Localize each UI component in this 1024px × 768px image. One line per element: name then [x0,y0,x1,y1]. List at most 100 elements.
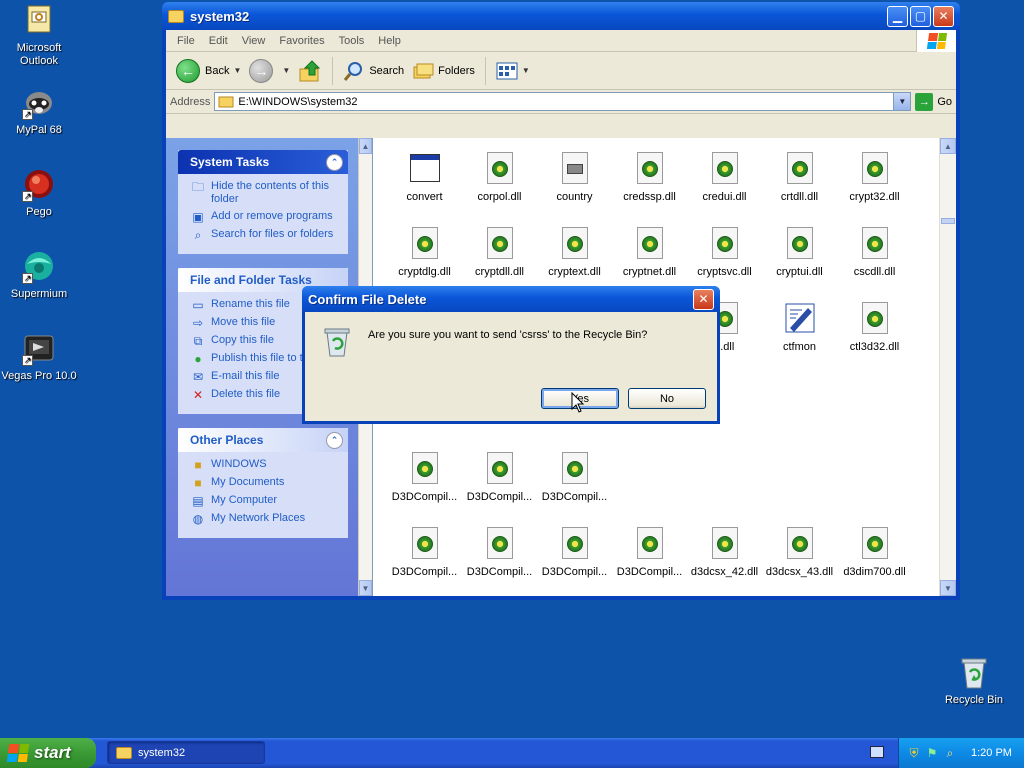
file-item[interactable]: ctl3d32.dll [837,302,912,353]
desktop-icon-supermium[interactable]: ↗ Supermium [0,250,78,301]
window-title: system32 [190,8,250,24]
file-item[interactable]: cryptsvc.dll [687,227,762,278]
file-item[interactable]: D3DCompil... [462,527,537,578]
file-item[interactable]: ctfmon [762,302,837,353]
file-item[interactable]: credui.dll [687,152,762,203]
scroll-thumb[interactable] [941,218,955,224]
file-item[interactable]: corpol.dll [462,152,537,203]
file-item[interactable]: cryptui.dll [762,227,837,278]
file-item[interactable]: cryptnet.dll [612,227,687,278]
minimize-button[interactable]: ▁ [887,5,908,27]
file-name: D3DCompil... [616,566,683,578]
system-tray: ⛨ ⚑ ⌕ 1:20 PM [898,738,1024,768]
close-button[interactable]: ✕ [933,5,954,27]
window-titlebar[interactable]: system32 ▁ ▢ ✕ [162,2,960,30]
file-name: credui.dll [702,191,747,203]
file-item[interactable]: cryptdll.dll [462,227,537,278]
collapse-icon[interactable]: ⌃ [326,154,343,171]
network-icon[interactable]: ⚑ [925,746,939,760]
file-item[interactable]: d3dcsx_43.dll [762,527,837,578]
go-arrow-icon: → [915,92,934,111]
search-button[interactable]: Search [339,56,408,86]
forward-button[interactable]: → ▼ [245,56,294,86]
dll-file-icon [409,227,441,261]
up-button[interactable] [294,56,326,86]
file-item[interactable]: D3DCompil... [537,527,612,578]
other-places-header[interactable]: Other Places ⌃ [178,428,348,452]
file-item[interactable]: crypt32.dll [837,152,912,203]
file-list-scrollbar[interactable]: ▲ ▼ [939,138,956,596]
desktop-icon-label: Supermium [10,288,68,300]
scroll-down-icon[interactable]: ▼ [359,580,372,596]
chevron-down-icon[interactable]: ▼ [282,66,290,75]
keyboard-icon[interactable] [870,746,884,758]
file-name: corpol.dll [477,191,522,203]
chevron-down-icon[interactable]: ▼ [893,93,911,110]
file-item[interactable]: d3dim700.dll [837,527,912,578]
desktop-icon-pego[interactable]: ↗ Pego [0,168,78,219]
desktop-icon-mypal[interactable]: ↗ MyPal 68 [0,86,78,137]
collapse-icon[interactable]: ⌃ [326,432,343,449]
search-icon[interactable]: ⌕ [943,746,957,760]
file-item[interactable]: country [537,152,612,203]
toolbar-separator [332,56,334,85]
file-item[interactable]: cscdll.dll [837,227,912,278]
file-item[interactable]: cryptdlg.dll [387,227,462,278]
chevron-down-icon[interactable]: ▼ [233,66,241,75]
file-item[interactable]: D3DCompil... [612,527,687,578]
file-item[interactable]: convert [387,152,462,203]
shortcut-arrow-icon: ↗ [22,273,33,284]
recycle-bin-icon [957,656,991,690]
desktop-icon-outlook[interactable]: Microsoft Outlook [0,4,78,68]
file-item[interactable]: D3DCompil... [462,452,537,503]
dialog-titlebar[interactable]: Confirm File Delete ✕ [302,286,720,312]
desktop-icon-vegas[interactable]: ↗ Vegas Pro 10.0 [0,332,78,383]
file-name: crypt32.dll [849,191,900,203]
place-my-network[interactable]: ◍ My Network Places [190,512,342,526]
menu-edit[interactable]: Edit [202,35,235,47]
maximize-button[interactable]: ▢ [910,5,931,27]
scroll-up-icon[interactable]: ▲ [940,138,956,154]
scroll-down-icon[interactable]: ▼ [940,580,956,596]
security-shield-icon[interactable]: ⛨ [907,746,921,760]
file-item[interactable]: D3DCompil... [387,452,462,503]
file-item[interactable]: crtdll.dll [762,152,837,203]
copy-icon: ⧉ [193,334,203,348]
menu-help[interactable]: Help [371,35,408,47]
place-my-computer[interactable]: ▤ My Computer [190,494,342,508]
go-button[interactable]: → Go [915,92,952,111]
network-icon: ◍ [192,512,204,526]
dialog-message: Are you sure you want to send 'csrss' to… [368,329,648,341]
desktop-icon-label: Microsoft Outlook [16,42,62,67]
scroll-up-icon[interactable]: ▲ [359,138,372,154]
taskbar-item-system32[interactable]: system32 [107,741,265,764]
place-windows[interactable]: ■ WINDOWS [190,458,342,472]
clock[interactable]: 1:20 PM [971,747,1012,759]
file-item[interactable]: credssp.dll [612,152,687,203]
no-button[interactable]: No [628,388,706,409]
task-add-remove[interactable]: ▣ Add or remove programs [190,210,342,224]
file-name: cryptdll.dll [475,266,524,278]
views-button[interactable]: ▼ [492,56,534,86]
task-hide-folder[interactable]: 🗀 Hide the contents of this folder [190,180,342,206]
file-item[interactable]: cryptext.dll [537,227,612,278]
dialog-close-button[interactable]: ✕ [693,288,714,310]
file-item[interactable]: d3dcsx_42.dll [687,527,762,578]
menu-favorites[interactable]: Favorites [272,35,331,47]
task-search[interactable]: ⌕ Search for files or folders [190,228,342,242]
desktop-icon-label: Vegas Pro 10.0 [1,370,77,382]
menu-tools[interactable]: Tools [332,35,372,47]
back-button[interactable]: ← Back ▼ [172,56,245,86]
address-value: E:\WINDOWS\system32 [238,95,358,108]
system-tasks-header[interactable]: System Tasks ⌃ [178,150,348,174]
place-my-documents[interactable]: ■ My Documents [190,476,342,490]
file-item[interactable]: D3DCompil... [537,452,612,503]
folders-button[interactable]: Folders [408,56,479,86]
start-button[interactable]: start [0,738,96,768]
forward-arrow-icon: → [249,58,274,83]
menu-view[interactable]: View [235,35,273,47]
menu-file[interactable]: File [170,35,202,47]
address-input[interactable]: E:\WINDOWS\system32 ▼ [214,92,912,111]
file-item[interactable]: D3DCompil... [387,527,462,578]
desktop-icon-recycle-bin[interactable]: Recycle Bin [935,656,1013,707]
